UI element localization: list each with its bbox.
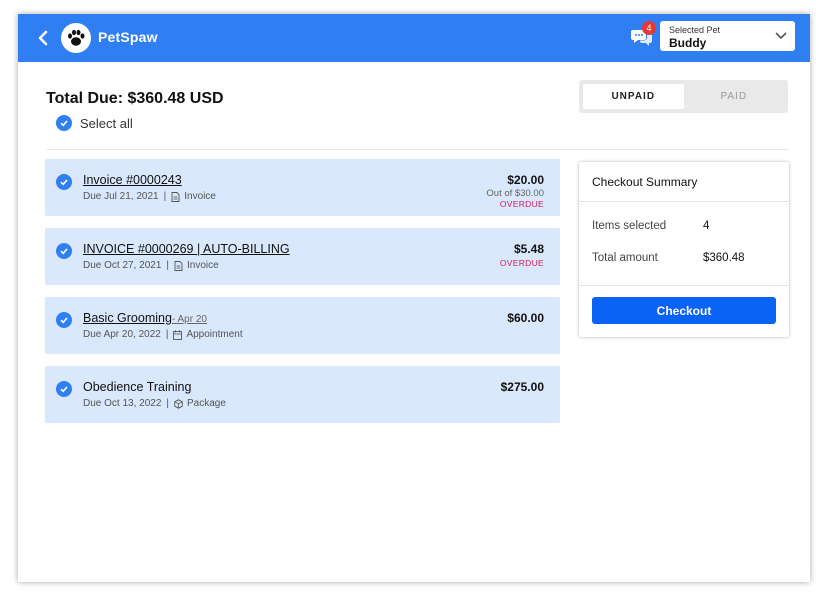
item-title-date: - Apr 20 [171,314,207,325]
items-selected-label: Items selected [592,220,667,232]
item-meta: Due Oct 27, 2021 | Invoice [83,260,219,271]
divider [579,285,789,286]
item-amount: $60.00 [507,311,544,325]
item-meta: Due Apr 20, 2022 | Appointment [83,329,243,340]
due-item-invoice-0000269[interactable]: INVOICE #0000269 | AUTO-BILLING Due Oct … [45,228,560,285]
total-amount-label: Total amount [592,252,658,264]
item-meta: Due Oct 13, 2022 | Package [83,398,226,409]
item-amount: $275.00 [500,380,544,394]
checkout-summary-title: Checkout Summary [592,175,698,189]
back-arrow-icon[interactable] [36,28,50,48]
calendar-icon [173,329,183,340]
checkout-summary-card: Checkout Summary Items selected 4 Total … [579,162,789,337]
total-amount-value: $360.48 [703,252,745,264]
overdue-label: OVERDUE [499,199,544,209]
total-due-heading: Total Due: $360.48 USD [46,90,224,107]
item-title-link[interactable]: INVOICE #0000269 | AUTO-BILLING [83,242,290,256]
item-type: Package [187,398,226,409]
checkout-button[interactable]: Checkout [592,297,776,324]
due-item-invoice-0000243[interactable]: Invoice #0000243 Due Jul 21, 2021 | Invo… [45,159,560,216]
item-title: Obedience Training [83,380,192,394]
top-bar: PetSpaw 4 Selected Pet Buddy [18,14,810,62]
document-icon [171,191,180,202]
item-amount: $5.48 [513,242,544,256]
item-due-date: Due Oct 13, 2022 [83,398,162,409]
paw-logo-icon [61,23,91,53]
item-type: Invoice [187,260,219,271]
item-type: Appointment [186,329,243,340]
item-title-link[interactable]: Invoice #0000243 [83,173,182,187]
notification-badge: 4 [642,21,656,35]
select-all-checkbox[interactable]: Select all [56,115,133,131]
item-meta: Due Jul 21, 2021 | Invoice [83,191,216,202]
item-title-link[interactable]: Basic Grooming- Apr 20 [83,311,207,325]
item-amount: $20.00 [507,173,544,187]
divider [579,201,789,202]
check-circle-icon[interactable] [56,312,72,328]
due-item-obedience-training[interactable]: Obedience Training Due Oct 13, 2022 | Pa… [45,366,560,423]
document-icon [174,260,183,271]
check-circle-icon[interactable] [56,381,72,397]
selected-pet-dropdown[interactable]: Selected Pet Buddy [660,21,795,51]
item-due-date: Due Oct 27, 2021 [83,260,162,271]
item-out-of: Out of $30.00 [486,188,544,199]
item-type: Invoice [184,191,216,202]
payment-status-tabs: UNPAID PAID [579,80,788,113]
app-title: PetSpaw [98,29,158,45]
due-items-list: Invoice #0000243 Due Jul 21, 2021 | Invo… [45,159,560,435]
check-circle-icon[interactable] [56,174,72,190]
package-icon [174,398,183,409]
app-window: PetSpaw 4 Selected Pet Buddy Total Due: … [18,14,810,582]
tab-paid[interactable]: PAID [684,84,785,109]
selected-pet-value: Buddy [669,36,707,50]
selected-pet-label: Selected Pet [669,25,721,35]
check-circle-icon [56,115,72,131]
item-due-date: Due Apr 20, 2022 [83,329,161,340]
item-due-date: Due Jul 21, 2021 [83,191,159,202]
due-item-basic-grooming[interactable]: Basic Grooming- Apr 20 Due Apr 20, 2022 … [45,297,560,354]
items-selected-value: 4 [703,220,710,232]
tab-unpaid[interactable]: UNPAID [583,84,684,109]
chevron-down-icon [775,32,787,40]
select-all-label: Select all [80,115,133,131]
overdue-label: OVERDUE [499,258,544,268]
check-circle-icon[interactable] [56,243,72,259]
divider [46,149,788,150]
